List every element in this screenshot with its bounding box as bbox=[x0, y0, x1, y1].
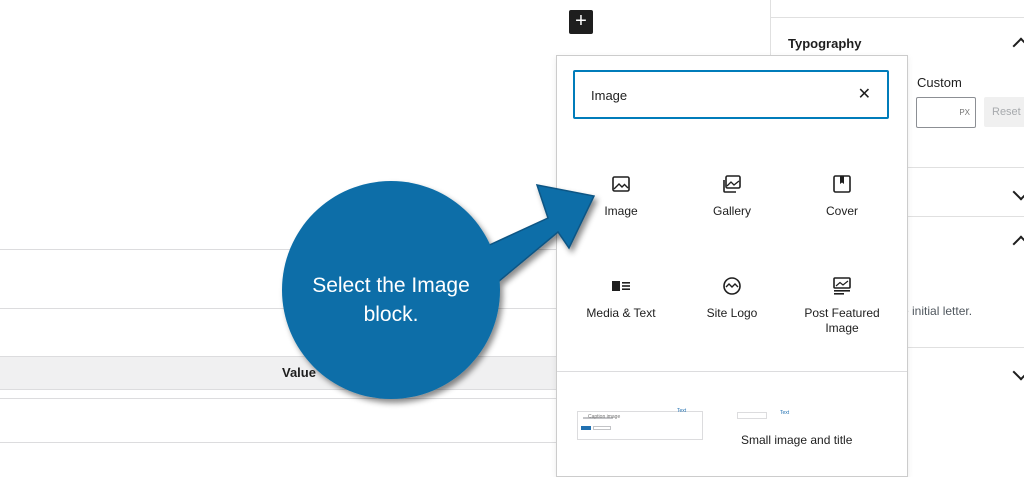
search-value: Image bbox=[591, 88, 628, 103]
pattern-preview bbox=[737, 412, 767, 419]
preview-caption: Caption image bbox=[588, 414, 621, 420]
block-label: Cover bbox=[825, 204, 858, 218]
callout-line-2: block. bbox=[363, 303, 419, 326]
table-header-value: Value bbox=[282, 365, 316, 380]
callout-text: Select the Image block. bbox=[283, 271, 499, 329]
block-label: Site Logo bbox=[706, 306, 758, 320]
post-featured-image-icon bbox=[833, 277, 851, 295]
patterns-divider bbox=[557, 371, 907, 372]
unit-label: PX bbox=[959, 108, 970, 117]
chevron-up-icon[interactable] bbox=[1012, 37, 1024, 55]
block-label: Media & Text bbox=[586, 306, 656, 320]
preview-text: Text bbox=[677, 408, 687, 414]
cover-icon bbox=[833, 175, 851, 193]
block-label: Post Featured Image bbox=[804, 306, 880, 335]
custom-size-input[interactable]: PX bbox=[916, 97, 976, 128]
block-search-input[interactable]: Image ✕ bbox=[573, 70, 889, 119]
pattern-label: Small image and title bbox=[741, 433, 853, 447]
block-label: Image bbox=[604, 204, 638, 218]
close-icon[interactable]: ✕ bbox=[858, 84, 871, 104]
table-row-divider bbox=[0, 442, 556, 443]
block-media-text[interactable]: Media & Text bbox=[566, 274, 676, 321]
chevron-down-icon[interactable] bbox=[1012, 183, 1024, 201]
media-text-icon bbox=[612, 281, 630, 291]
typography-panel-title[interactable]: Typography bbox=[788, 36, 861, 51]
reset-button[interactable]: Reset bbox=[984, 97, 1024, 127]
chevron-down-icon[interactable] bbox=[1012, 363, 1024, 381]
plus-icon: + bbox=[575, 10, 587, 32]
chevron-up-icon[interactable] bbox=[1012, 235, 1024, 253]
gallery-icon bbox=[723, 175, 741, 193]
block-cover[interactable]: Cover bbox=[787, 172, 897, 219]
preview-button-outline bbox=[593, 426, 611, 430]
table-header-row: Value bbox=[0, 356, 556, 390]
canvas-divider bbox=[0, 249, 556, 250]
sidebar-divider bbox=[771, 17, 1024, 18]
add-block-button[interactable]: + bbox=[569, 10, 593, 34]
block-label: Gallery bbox=[712, 204, 751, 218]
block-inserter-popover: Image ✕ Image Gallery Cover Media & Text… bbox=[556, 55, 908, 477]
callout-line-1: Select the Image bbox=[312, 274, 470, 297]
image-icon bbox=[612, 176, 630, 192]
preview-text: Text bbox=[780, 410, 790, 416]
table-row-divider bbox=[0, 398, 556, 399]
site-logo-icon bbox=[723, 277, 741, 295]
block-gallery[interactable]: Gallery bbox=[677, 172, 787, 219]
pattern-preview: Caption image bbox=[577, 411, 703, 440]
block-image[interactable]: Image bbox=[566, 172, 676, 219]
drop-cap-hint: e initial letter. bbox=[902, 304, 973, 318]
custom-size-label: Custom bbox=[917, 75, 962, 90]
block-site-logo[interactable]: Site Logo bbox=[677, 274, 787, 321]
preview-button bbox=[581, 426, 591, 430]
block-post-featured-image[interactable]: Post Featured Image bbox=[787, 274, 897, 336]
